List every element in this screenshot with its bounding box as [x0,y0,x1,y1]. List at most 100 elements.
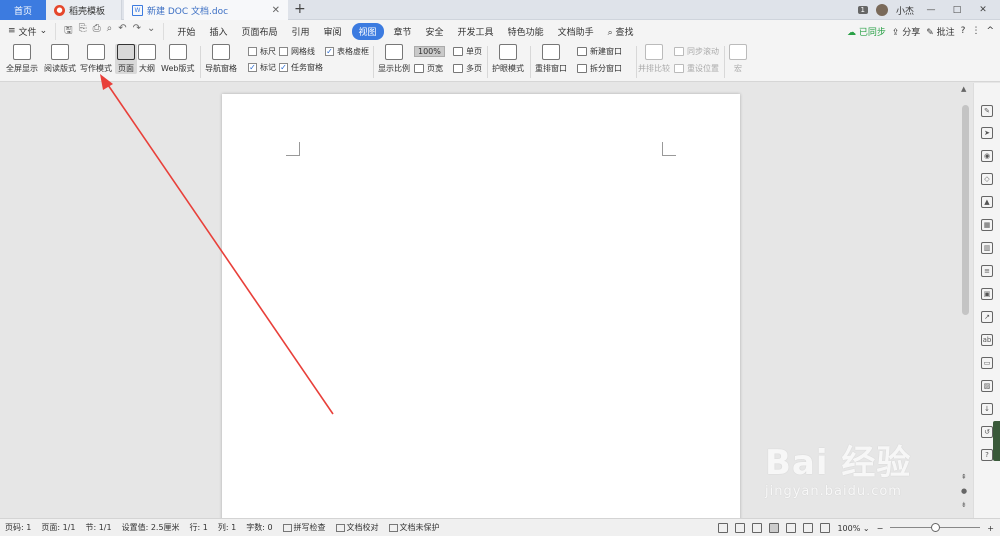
writing-mode-button[interactable]: 写作模式 [80,44,112,74]
image-library-icon[interactable]: ▣ [981,288,993,300]
macro-button[interactable]: 宏 [729,44,747,74]
menu-reference[interactable]: 引用 [284,25,316,38]
filter-icon[interactable]: ≡ [981,265,993,277]
outline-view-icon[interactable] [786,523,797,533]
zoom-slider[interactable] [890,523,981,533]
status-page-number[interactable]: 页码: 1 [0,522,36,533]
chart-icon[interactable]: ▥ [981,242,993,254]
page-view-icon[interactable] [769,523,780,533]
zoom-ratio-button[interactable]: 显示比例 [378,44,410,74]
table-icon[interactable]: ▦ [981,219,993,231]
web-view-icon[interactable] [803,523,814,533]
search-button[interactable]: ⌕ 查找 [601,25,641,38]
task-pane-checkbox[interactable]: ✓ 任务窗格 [279,62,323,73]
tab-document[interactable]: W 新建 DOC 文档.doc ✕ [124,0,288,20]
notification-badge[interactable]: 1 [857,6,868,14]
zoom-slider-knob[interactable] [930,523,940,532]
preview-icon[interactable]: ⌕ [107,23,113,40]
eye-mode-button[interactable]: 护眼模式 [492,44,524,74]
scroll-up-arrow-icon[interactable]: ▲ [961,85,966,93]
protect-status-button[interactable]: 文档未保护 [384,522,445,533]
new-window-button[interactable]: 新建窗口 [577,46,622,57]
pin-icon[interactable]: ◉ [981,150,993,162]
pen-icon[interactable]: ✎ [981,105,993,117]
menu-security[interactable]: 安全 [419,25,451,38]
reset-position-button[interactable]: 重设位置 [674,63,719,74]
outline-view-button[interactable]: 大纲 [138,44,156,74]
page-view-button[interactable]: 页面 [115,44,137,74]
marks-checkbox[interactable]: ✓ 标记 [248,62,276,73]
open-icon[interactable]: ⎘ [79,23,87,40]
eye-mode-icon[interactable] [820,523,831,533]
menu-assistant[interactable]: 文档助手 [551,25,601,38]
save-icon[interactable]: 🖫 [64,23,73,40]
zoom-100-button[interactable]: 100% [414,46,445,57]
menu-features[interactable]: 特色功能 [501,25,551,38]
zoom-percentage[interactable]: 100% ⌄ [837,524,869,533]
panel-handle[interactable] [993,421,1000,461]
nav-pane-button[interactable]: 导航窗格 [205,44,237,74]
zoom-in-button[interactable]: + [987,524,994,533]
minimize-button[interactable]: — [922,5,940,15]
ruler-checkbox[interactable]: 标尺 [248,46,276,57]
history-icon[interactable]: ↺ [981,426,993,438]
menu-developer[interactable]: 开发工具 [451,25,501,38]
document-page[interactable] [222,94,740,524]
menu-view[interactable]: 视图 [351,22,384,40]
zoom-out-button[interactable]: − [877,524,884,533]
picture-icon[interactable]: ▨ [981,380,993,392]
download-icon[interactable]: ↓ [981,403,993,415]
avatar[interactable] [875,4,888,16]
user-name[interactable]: 小杰 [896,4,914,17]
collapse-ribbon-button[interactable]: ^ [986,26,994,36]
web-view-button[interactable]: Web版式 [161,44,194,74]
sync-button[interactable]: ☁ 已同步 [847,25,886,38]
side-by-side-button[interactable]: 并排比较 [638,44,670,74]
tab-template[interactable]: ● 稻壳模板 [46,0,122,20]
shapes-icon[interactable]: ◇ [981,173,993,185]
share-button[interactable]: ⇪ 分享 [892,25,920,38]
reading-view-icon[interactable] [735,523,746,533]
maximize-button[interactable]: □ [948,5,966,15]
export-icon[interactable]: ↗ [981,311,993,323]
status-word-count[interactable]: 字数: 0 [241,522,277,533]
customize-icon[interactable]: ⌄ [147,23,155,40]
undo-icon[interactable]: ↶ [118,23,126,40]
scrollbar-thumb[interactable] [962,105,969,315]
more-button[interactable]: ⋮ [971,26,980,36]
menu-start[interactable]: 开始 [170,25,202,38]
spell-check-button[interactable]: 拼写检查 [278,522,331,533]
close-window-button[interactable]: ✕ [974,5,992,15]
tab-home[interactable]: 首页 [0,0,46,20]
arrange-windows-button[interactable]: 重排窗口 [535,44,567,74]
close-tab-icon[interactable]: ✕ [272,5,280,16]
fullscreen-button[interactable]: 全屏显示 [6,44,38,74]
drop-icon[interactable]: ▲ [981,196,993,208]
split-window-button[interactable]: 拆分窗口 [577,63,622,74]
help-button[interactable]: ? [961,26,966,36]
file-menu[interactable]: ≡ 文件 ⌄ [0,25,55,38]
reading-mode-button[interactable]: 阅读版式 [44,44,76,74]
sync-scroll-button[interactable]: 同步滚动 [674,46,719,57]
comment-button[interactable]: ✎ 批注 [926,25,954,38]
menu-review[interactable]: 审阅 [316,25,348,38]
translate-icon[interactable]: ab [981,334,993,346]
archive-icon[interactable]: ▭ [981,357,993,369]
help-icon[interactable]: ? [981,449,993,461]
single-page-button[interactable]: 单页 [453,46,482,57]
proofread-button[interactable]: 文档校对 [331,522,384,533]
menu-insert[interactable]: 插入 [202,25,234,38]
new-tab-button[interactable]: + [294,1,306,17]
multi-page-button[interactable]: 多页 [453,63,482,74]
docer-logo-icon: ● [54,4,65,16]
gridlines-checkbox[interactable]: 网格线 [279,46,315,57]
fullscreen-view-icon[interactable] [718,523,729,533]
cursor-icon[interactable]: ➤ [981,127,993,139]
print-icon[interactable]: ⎙ [93,23,101,40]
table-dashed-checkbox[interactable]: ✓ 表格虚框 [325,46,369,57]
menu-chapter[interactable]: 章节 [387,25,419,38]
writing-view-icon[interactable] [752,523,763,533]
menu-layout[interactable]: 页面布局 [234,25,284,38]
page-width-button[interactable]: 页宽 [414,63,443,74]
redo-icon[interactable]: ↷ [133,23,141,40]
